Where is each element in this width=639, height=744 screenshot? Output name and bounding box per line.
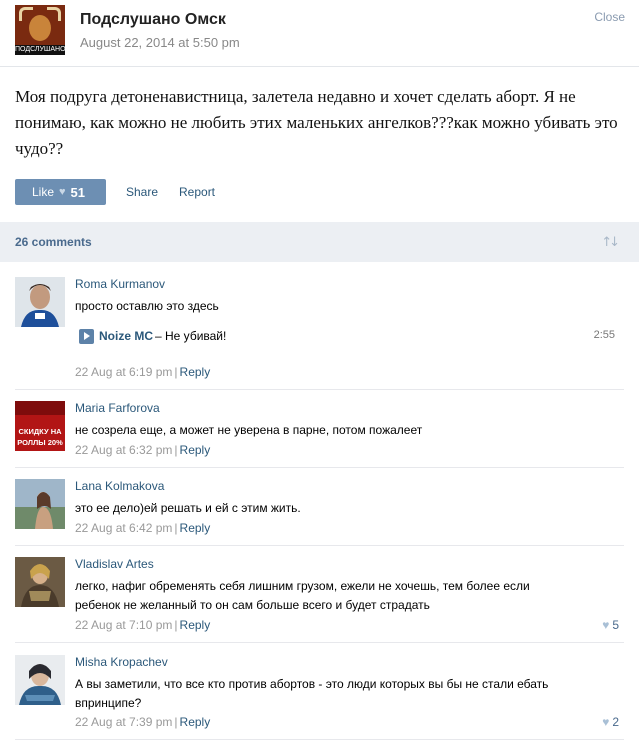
like-label: Like bbox=[32, 185, 55, 199]
comment-like-button[interactable]: ♥ 5 bbox=[602, 618, 619, 632]
comment-divider bbox=[15, 739, 624, 740]
comments-header: 26 comments ↑↓ bbox=[0, 222, 639, 262]
audio-attachment[interactable]: Noize MC – Не убивай! 2:55 bbox=[75, 328, 620, 346]
comment-text: просто оставлю это здесь bbox=[75, 299, 219, 313]
comment-divider bbox=[15, 467, 624, 468]
comment-like-count: 2 bbox=[612, 715, 619, 729]
comment-author[interactable]: Maria Farforova bbox=[75, 401, 160, 415]
reply-button[interactable]: Reply bbox=[180, 443, 211, 457]
comment-author[interactable]: Lana Kolmakova bbox=[75, 479, 164, 493]
share-button[interactable]: Share bbox=[126, 185, 158, 199]
avatar[interactable] bbox=[15, 557, 65, 607]
comment-time[interactable]: 22 Aug at 6:19 pm bbox=[75, 365, 172, 379]
heart-icon: ♥ bbox=[602, 618, 610, 632]
reply-button[interactable]: Reply bbox=[180, 521, 211, 535]
comment-meta: 22 Aug at 6:19 pm | Reply bbox=[75, 365, 210, 379]
comment-time[interactable]: 22 Aug at 6:32 pm bbox=[75, 443, 172, 457]
heart-icon: ♥ bbox=[602, 715, 610, 729]
comment-text: легко, нафиг обременять себя лишним груз… bbox=[75, 579, 530, 612]
reply-button[interactable]: Reply bbox=[180, 618, 211, 632]
reply-button[interactable]: Reply bbox=[180, 715, 211, 729]
audio-duration: 2:55 bbox=[593, 329, 615, 341]
comment-text: это ее дело)ей решать и ей с этим жить. bbox=[75, 501, 301, 515]
post-date[interactable]: August 22, 2014 at 5:50 pm bbox=[80, 35, 240, 50]
audio-artist[interactable]: Noize MC bbox=[99, 329, 153, 343]
meta-separator: | bbox=[174, 365, 178, 379]
deer-face-shape bbox=[29, 15, 51, 41]
meta-separator: | bbox=[174, 715, 178, 729]
reply-button[interactable]: Reply bbox=[180, 365, 211, 379]
avatar[interactable] bbox=[15, 479, 65, 529]
sort-icon[interactable]: ↑↓ bbox=[601, 235, 620, 250]
close-button[interactable]: Close bbox=[594, 10, 625, 24]
comment-time[interactable]: 22 Aug at 7:10 pm bbox=[75, 618, 172, 632]
comment-time[interactable]: 22 Aug at 7:39 pm bbox=[75, 715, 172, 729]
avatar-ad-text: СКИДКУ НА bbox=[18, 427, 62, 436]
comment-author[interactable]: Roma Kurmanov bbox=[75, 277, 165, 291]
comment-text: не созрела еще, а может не уверена в пар… bbox=[75, 423, 423, 437]
post-text: Моя подруга детоненавистница, залетела н… bbox=[15, 87, 618, 158]
comment-meta: 22 Aug at 7:39 pm | Reply bbox=[75, 715, 210, 729]
comment-author[interactable]: Misha Kropachev bbox=[75, 655, 168, 669]
group-avatar[interactable]: ПОДСЛУШАНО bbox=[15, 5, 65, 55]
play-icon[interactable] bbox=[79, 329, 94, 344]
audio-title[interactable]: – Не убивай! bbox=[155, 329, 226, 343]
avatar[interactable] bbox=[15, 655, 65, 705]
header-divider bbox=[0, 66, 639, 67]
like-count: 51 bbox=[70, 184, 86, 200]
post-header: ПОДСЛУШАНО Подслушано Омск August 22, 20… bbox=[0, 0, 639, 66]
comment-like-count: 5 bbox=[612, 618, 619, 632]
avatar[interactable]: СКИДКУ НА РОЛЛЫ 20% bbox=[15, 401, 65, 451]
meta-separator: | bbox=[174, 521, 178, 535]
comment-like-button[interactable]: ♥ 2 bbox=[602, 715, 619, 729]
comment-divider bbox=[15, 389, 624, 390]
comment-divider bbox=[15, 642, 624, 643]
comments-count[interactable]: 26 comments bbox=[15, 235, 92, 249]
avatar-ad-text-2: РОЛЛЫ 20% bbox=[17, 438, 63, 447]
heart-icon: ♥ bbox=[59, 186, 66, 198]
comment-meta: 22 Aug at 7:10 pm | Reply bbox=[75, 618, 210, 632]
antler-right-shape bbox=[47, 7, 61, 21]
comment-time[interactable]: 22 Aug at 6:42 pm bbox=[75, 521, 172, 535]
comment-divider bbox=[15, 545, 624, 546]
report-button[interactable]: Report bbox=[179, 185, 215, 199]
avatar[interactable] bbox=[15, 277, 65, 327]
meta-separator: | bbox=[174, 618, 178, 632]
avatar-caption: ПОДСЛУШАНО bbox=[15, 45, 65, 55]
comment-text: А вы заметили, что все кто против аборто… bbox=[75, 677, 549, 710]
comment-author[interactable]: Vladislav Artes bbox=[75, 557, 154, 571]
comment-meta: 22 Aug at 6:32 pm | Reply bbox=[75, 443, 210, 457]
meta-separator: | bbox=[174, 443, 178, 457]
comment-meta: 22 Aug at 6:42 pm | Reply bbox=[75, 521, 210, 535]
like-button[interactable]: Like ♥ 51 bbox=[15, 179, 106, 205]
group-name-link[interactable]: Подслушано Омск bbox=[80, 11, 226, 29]
